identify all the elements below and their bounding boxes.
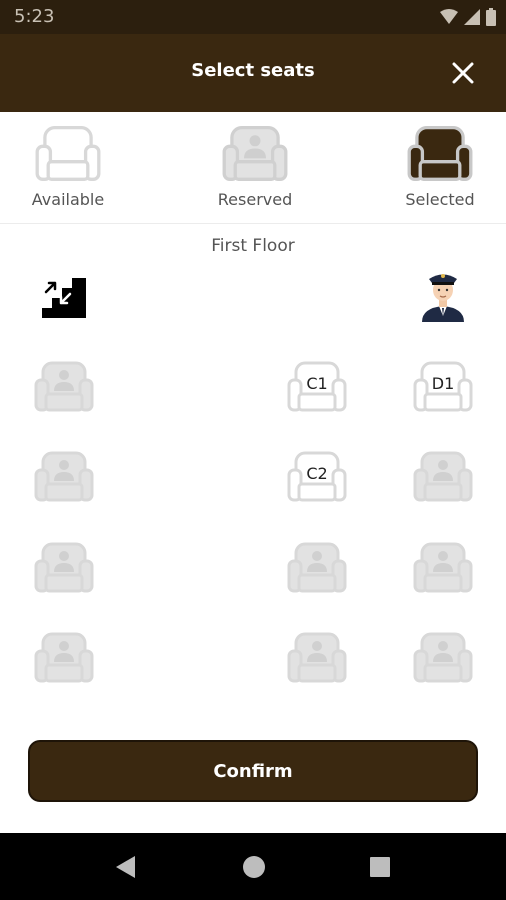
seat-reserved: [34, 360, 94, 414]
nav-back-button[interactable]: [112, 853, 140, 881]
selected-seat-icon: [407, 125, 473, 181]
wifi-icon: [440, 9, 458, 24]
reserved-seat-icon: [34, 542, 94, 593]
page-title: Select seats: [191, 60, 315, 81]
seat-reserved: [413, 631, 473, 685]
app-bar: Select seats: [0, 34, 506, 112]
signal-icon: [464, 9, 480, 25]
seat-d1[interactable]: D1: [413, 360, 473, 414]
available-seat-icon: [35, 125, 101, 181]
status-icons: [440, 8, 496, 26]
legend-reserved: Reserved: [195, 124, 315, 209]
legend-reserved-label: Reserved: [217, 190, 293, 209]
reserved-seat-icon: [413, 451, 473, 502]
seat-reserved: [413, 450, 473, 504]
system-nav-bar: [0, 833, 506, 900]
reserved-seat-icon: [413, 542, 473, 593]
home-circle-icon: [243, 856, 265, 878]
reserved-seat-icon: [413, 632, 473, 683]
stairs-icon: [42, 278, 86, 318]
reserved-seat-icon: [287, 542, 347, 593]
seat-reserved: [34, 631, 94, 685]
legend-selected: Selected: [380, 124, 500, 209]
status-time: 5:23: [14, 6, 55, 27]
seat-c2[interactable]: C2: [287, 450, 347, 504]
seat-reserved: [287, 541, 347, 595]
status-bar: 5:23: [0, 0, 506, 34]
battery-icon: [486, 8, 496, 26]
close-button[interactable]: [448, 58, 478, 88]
nav-home-button[interactable]: [240, 853, 268, 881]
seat-label: C1: [306, 374, 328, 393]
reserved-seat-icon: [34, 632, 94, 683]
seat-reserved: [287, 631, 347, 685]
reserved-seat-icon: [34, 361, 94, 412]
reserved-seat-icon: [287, 632, 347, 683]
seat-reserved: [34, 541, 94, 595]
confirm-button[interactable]: Confirm: [28, 740, 478, 802]
close-icon: [452, 62, 474, 84]
back-triangle-icon: [116, 856, 135, 878]
reserved-seat-icon: [222, 125, 288, 181]
seat-label: D1: [431, 374, 455, 393]
seat-reserved: [413, 541, 473, 595]
floor-label: First Floor: [211, 236, 295, 256]
legend-available: Available: [8, 124, 128, 209]
reserved-seat-icon: [34, 451, 94, 502]
legend-available-label: Available: [31, 190, 105, 209]
seat-reserved: [34, 450, 94, 504]
seat-c1[interactable]: C1: [287, 360, 347, 414]
recents-square-icon: [370, 857, 390, 877]
seat-legend: Available Reserved Selected: [0, 112, 506, 224]
nav-recents-button[interactable]: [366, 853, 394, 881]
seat-label: C2: [306, 464, 328, 483]
driver-icon: [422, 274, 464, 322]
legend-selected-label: Selected: [405, 190, 475, 209]
